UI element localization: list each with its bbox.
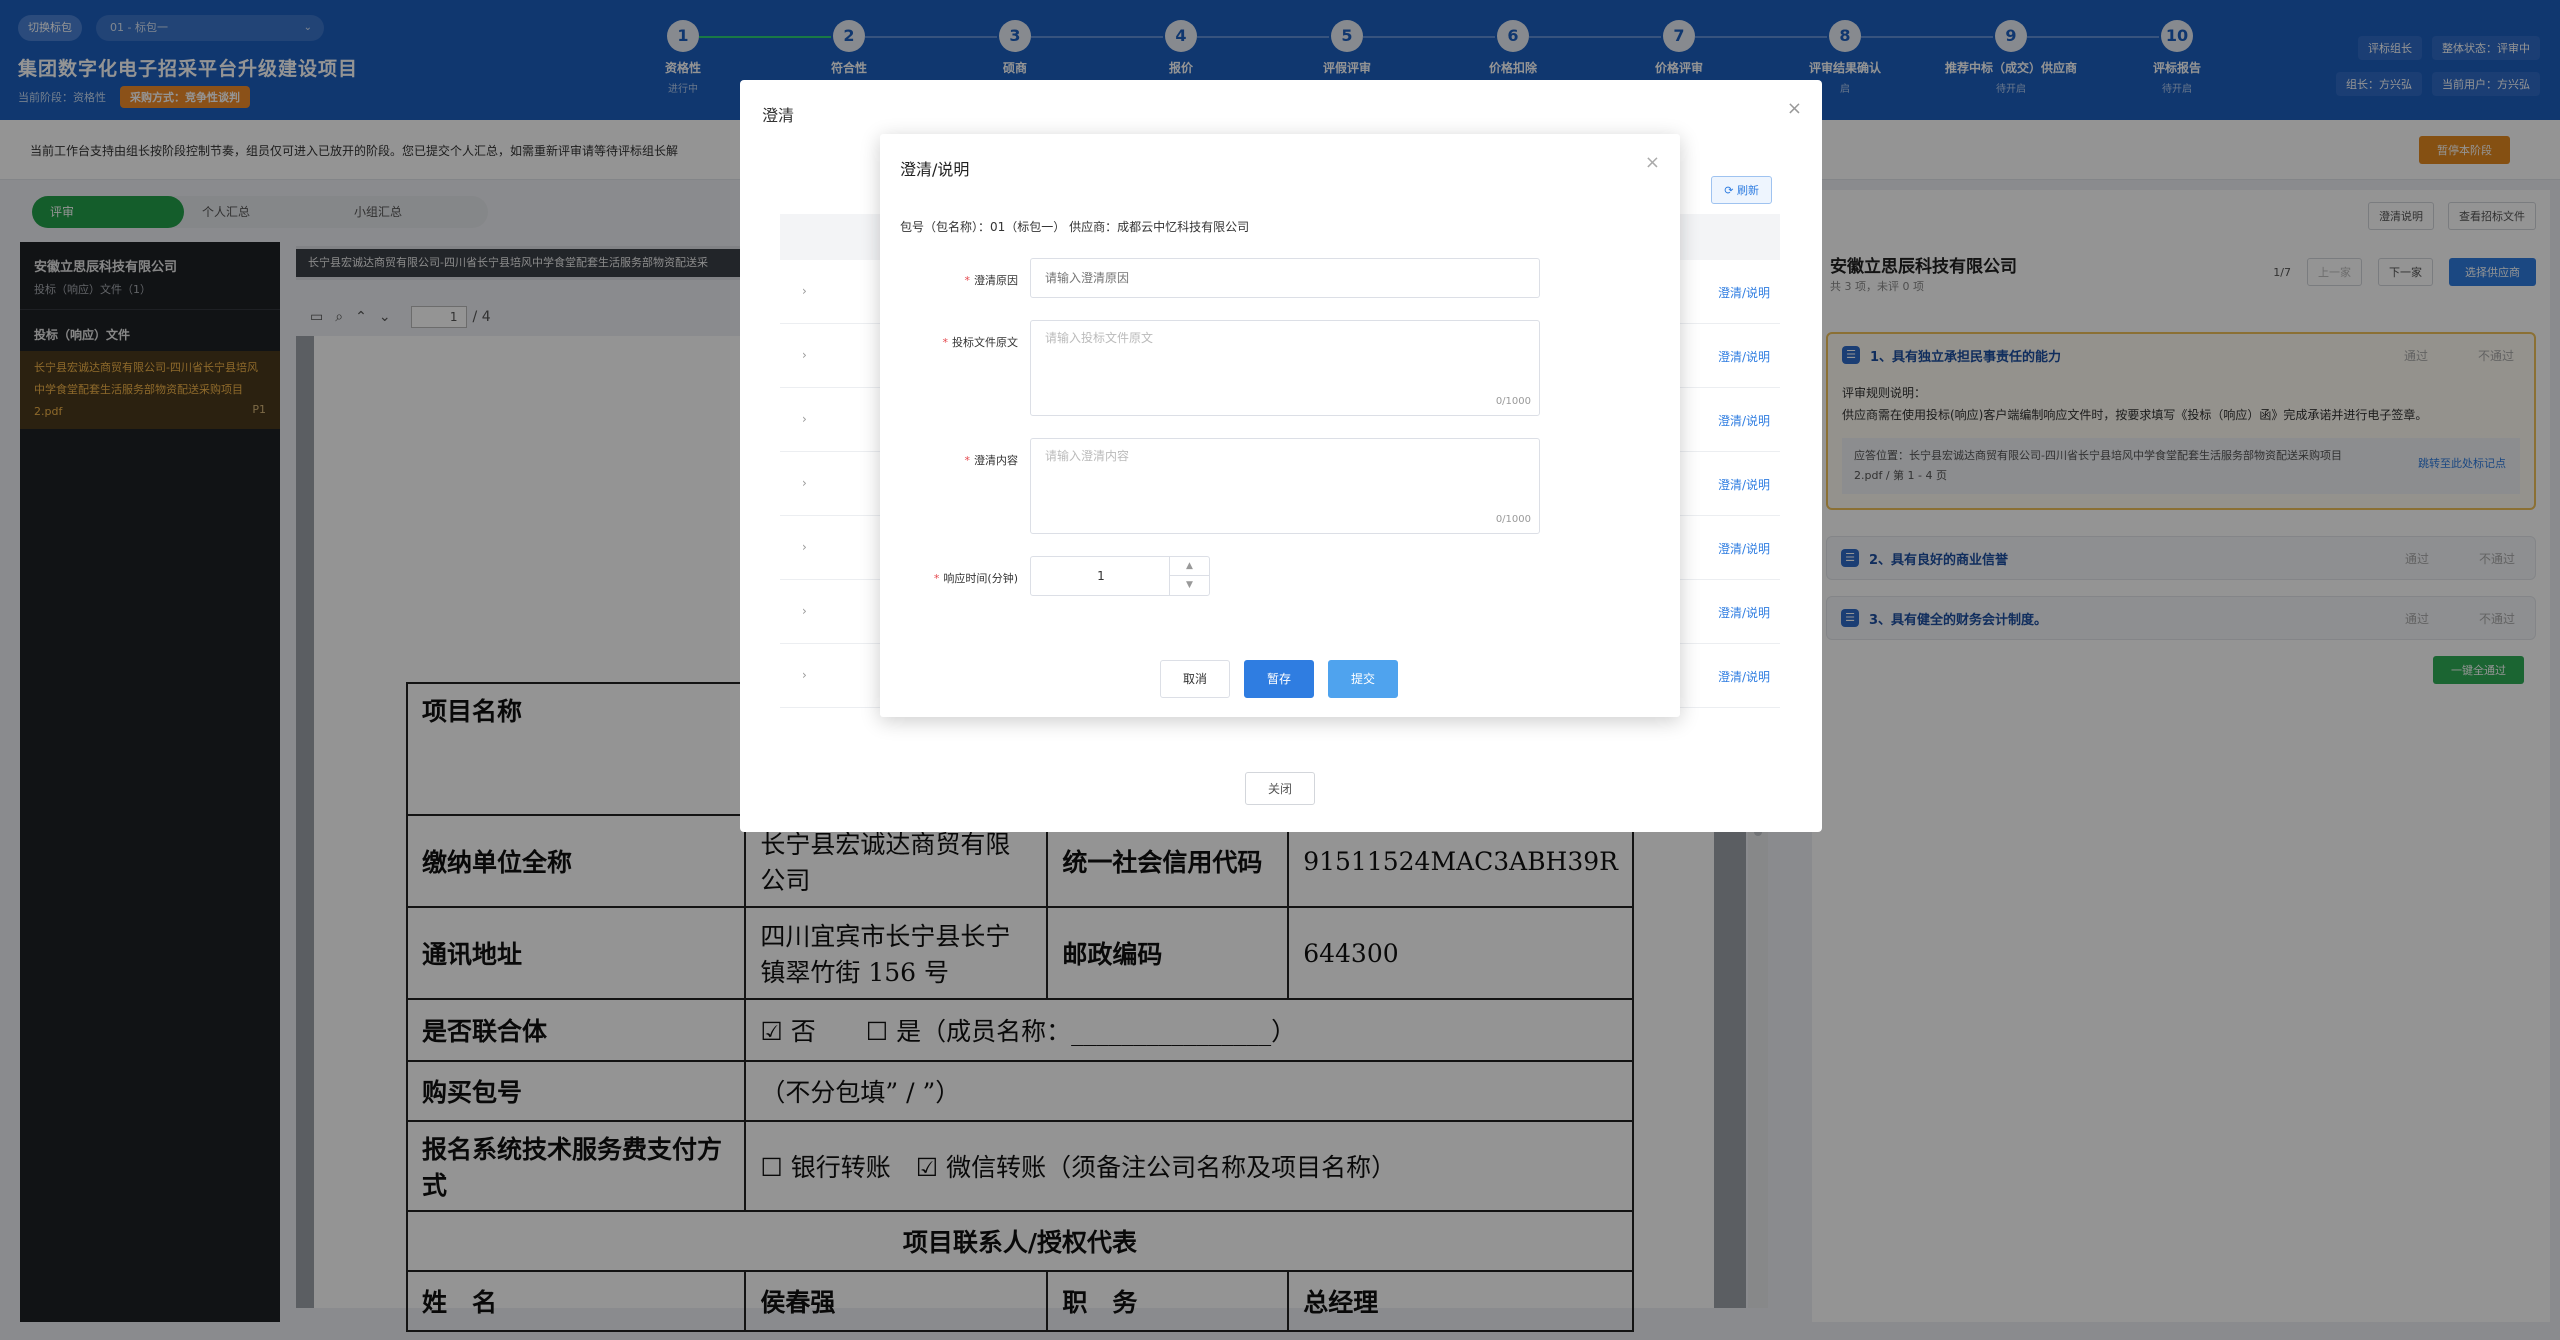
close-icon[interactable]: × xyxy=(1645,152,1660,173)
reason-label: * 澄清原因 xyxy=(964,274,1019,287)
original-text-label: * 投标文件原文 xyxy=(942,336,1019,349)
reason-input[interactable] xyxy=(1030,258,1540,298)
content-placeholder: 请输入澄清内容 xyxy=(1045,449,1130,463)
expand-icon[interactable]: › xyxy=(802,668,807,682)
refresh-button[interactable]: ⟳ 刷新 xyxy=(1711,176,1772,204)
clarify-dialog: 澄清/说明 × 包号（包名称）：01（标包一） 供应商：成都云中忆科技有限公司 … xyxy=(880,134,1680,717)
cancel-button[interactable]: 取消 xyxy=(1160,660,1231,698)
row-clarify-link[interactable]: 澄清/说明 xyxy=(1718,540,1770,557)
save-draft-button[interactable]: 暂存 xyxy=(1244,660,1315,698)
row-clarify-link[interactable]: 澄清/说明 xyxy=(1718,476,1770,493)
decrement-icon[interactable]: ▼ xyxy=(1170,576,1209,595)
row-clarify-link[interactable]: 澄清/说明 xyxy=(1718,604,1770,621)
expand-icon[interactable]: › xyxy=(802,540,807,554)
close-icon[interactable]: × xyxy=(1787,98,1802,119)
response-time-value: 1 xyxy=(1097,569,1105,583)
content-textarea[interactable]: 请输入澄清内容 0/1000 xyxy=(1030,438,1540,534)
response-time-stepper[interactable]: 1 ▲ ▼ xyxy=(1030,556,1210,596)
expand-icon[interactable]: › xyxy=(802,412,807,426)
dialog-package-info: 包号（包名称）：01（标包一） 供应商：成都云中忆科技有限公司 xyxy=(900,220,1250,234)
row-clarify-link[interactable]: 澄清/说明 xyxy=(1718,668,1770,685)
char-counter: 0/1000 xyxy=(1495,396,1531,407)
expand-icon[interactable]: › xyxy=(802,348,807,362)
expand-icon[interactable]: › xyxy=(802,604,807,618)
submit-button[interactable]: 提交 xyxy=(1328,660,1399,698)
original-text-textarea[interactable]: 请输入投标文件原文 0/1000 xyxy=(1030,320,1540,416)
increment-icon[interactable]: ▲ xyxy=(1170,557,1209,576)
refresh-label: 刷新 xyxy=(1737,184,1759,197)
expand-icon[interactable]: › xyxy=(802,284,807,298)
row-clarify-link[interactable]: 澄清/说明 xyxy=(1718,412,1770,429)
row-clarify-link[interactable]: 澄清/说明 xyxy=(1718,348,1770,365)
row-clarify-link[interactable]: 澄清/说明 xyxy=(1718,284,1770,301)
close-modal-button[interactable]: 关闭 xyxy=(1245,772,1316,805)
char-counter: 0/1000 xyxy=(1495,514,1531,525)
content-label: * 澄清内容 xyxy=(964,454,1019,467)
expand-icon[interactable]: › xyxy=(802,476,807,490)
original-text-placeholder: 请输入投标文件原文 xyxy=(1045,331,1154,345)
dialog-title: 澄清/说明 xyxy=(900,160,970,179)
response-time-label: * 响应时间(分钟) xyxy=(933,572,1018,585)
clarification-modal-title: 澄清 xyxy=(762,106,795,125)
